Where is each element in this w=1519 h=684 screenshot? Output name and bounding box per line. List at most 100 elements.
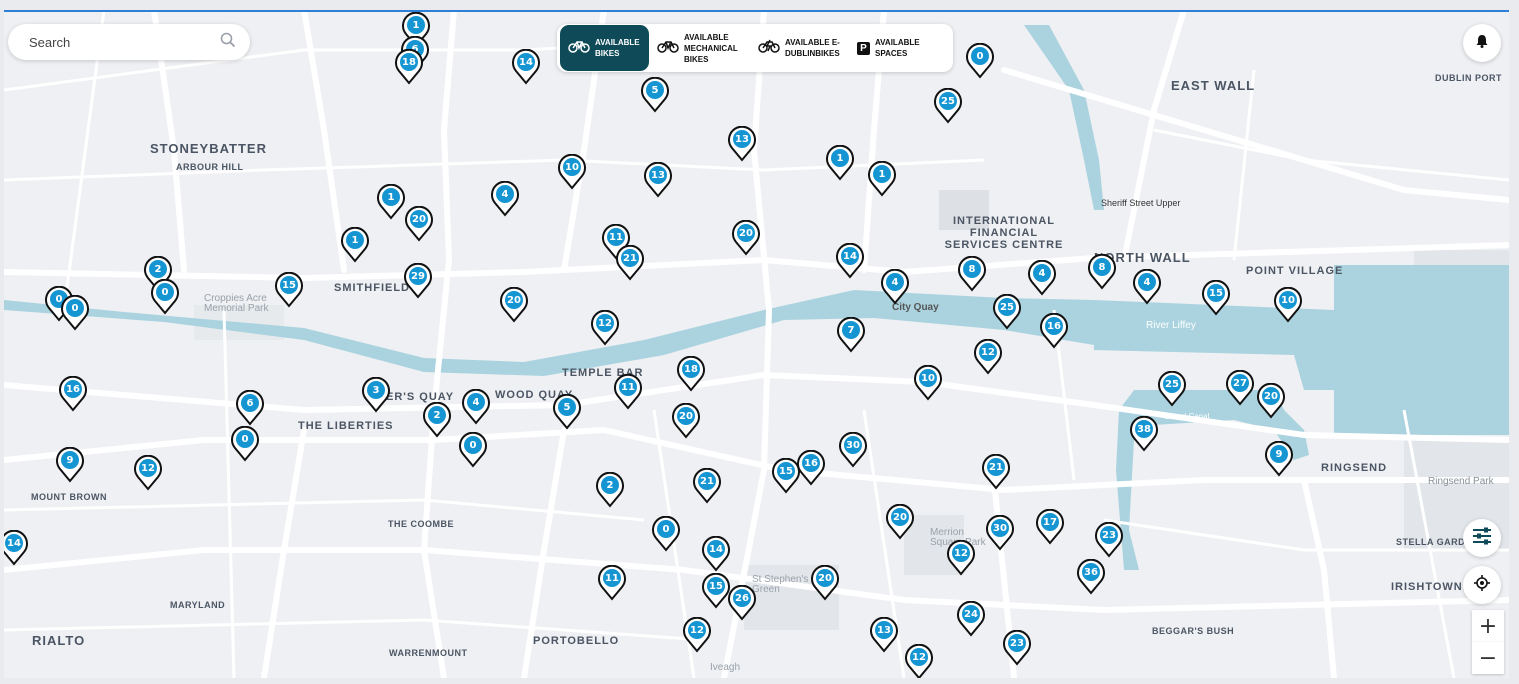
station-marker[interactable]: 3 <box>362 377 390 413</box>
station-marker[interactable]: 10 <box>558 154 586 190</box>
station-marker[interactable]: 23 <box>1095 522 1123 558</box>
station-marker[interactable]: 1 <box>868 161 896 197</box>
station-marker[interactable]: 1 <box>377 184 405 220</box>
station-marker[interactable]: 12 <box>905 644 933 678</box>
station-marker[interactable]: 0 <box>459 432 487 468</box>
station-marker[interactable]: 24 <box>957 601 985 637</box>
station-marker[interactable]: 0 <box>966 43 994 79</box>
station-marker[interactable]: 30 <box>839 432 867 468</box>
zoom-in-button[interactable]: + <box>1472 610 1504 642</box>
station-marker[interactable]: 11 <box>598 565 626 601</box>
station-marker[interactable]: 12 <box>683 617 711 653</box>
station-marker[interactable]: 29 <box>404 263 432 299</box>
search-input[interactable]: Search <box>29 35 220 50</box>
station-marker[interactable]: 15 <box>702 573 730 609</box>
search-box[interactable]: Search <box>8 24 250 60</box>
station-available-count: 21 <box>623 253 637 264</box>
station-marker[interactable]: 16 <box>59 376 87 412</box>
station-marker[interactable]: 14 <box>702 536 730 572</box>
station-marker[interactable]: 14 <box>512 49 540 85</box>
station-marker[interactable]: 4 <box>1133 269 1161 305</box>
station-marker[interactable]: 18 <box>677 356 705 392</box>
station-marker[interactable]: 5 <box>641 77 669 113</box>
station-marker[interactable]: 1 <box>341 227 369 263</box>
map-canvas[interactable]: STONEYBATTER ARBOUR HILL SMITHFIELD Crop… <box>4 10 1509 678</box>
station-available-count: 4 <box>472 397 480 408</box>
station-marker[interactable]: 38 <box>1130 416 1158 452</box>
notifications-button[interactable] <box>1463 24 1501 62</box>
station-marker[interactable]: 30 <box>986 515 1014 551</box>
station-marker[interactable]: 11 <box>614 374 642 410</box>
zoom-out-button[interactable]: − <box>1472 642 1504 674</box>
station-marker[interactable]: 20 <box>672 403 700 439</box>
station-marker[interactable]: 0 <box>652 516 680 552</box>
station-marker[interactable]: 7 <box>837 317 865 353</box>
station-marker[interactable]: 12 <box>134 455 162 491</box>
station-marker[interactable]: 0 <box>61 295 89 331</box>
station-marker[interactable]: 21 <box>693 468 721 504</box>
station-marker[interactable]: 18 <box>395 49 423 85</box>
station-marker[interactable]: 25 <box>993 294 1021 330</box>
station-marker[interactable]: 36 <box>1077 559 1105 595</box>
station-marker[interactable]: 13 <box>644 162 672 198</box>
station-marker[interactable]: 20 <box>405 206 433 242</box>
station-marker[interactable]: 20 <box>732 220 760 256</box>
station-marker[interactable]: 9 <box>1265 441 1293 477</box>
station-marker[interactable]: 2 <box>423 402 451 438</box>
station-marker[interactable]: 21 <box>982 454 1010 490</box>
station-marker[interactable]: 12 <box>947 540 975 576</box>
station-marker[interactable]: 4 <box>1028 260 1056 296</box>
search-icon[interactable] <box>220 32 236 53</box>
station-available-count: 11 <box>621 382 635 393</box>
station-marker[interactable]: 15 <box>275 272 303 308</box>
station-available-count: 29 <box>411 271 425 282</box>
station-marker[interactable]: 9 <box>56 447 84 483</box>
station-marker[interactable]: 8 <box>958 256 986 292</box>
filter-settings-button[interactable] <box>1463 519 1501 557</box>
station-marker[interactable]: 2 <box>596 472 624 508</box>
filter-available-e-dublinbikes[interactable]: AVAILABLE E-DUBLINBIKES <box>750 25 849 71</box>
station-available-count: 9 <box>1275 449 1283 460</box>
locate-me-button[interactable] <box>1463 566 1501 604</box>
station-marker[interactable]: 26 <box>728 585 756 621</box>
station-available-count: 30 <box>846 440 860 451</box>
station-marker[interactable]: 13 <box>728 126 756 162</box>
station-marker[interactable]: 1 <box>826 145 854 181</box>
station-marker[interactable]: 15 <box>772 458 800 494</box>
station-available-count: 5 <box>651 85 659 96</box>
station-marker[interactable]: 12 <box>591 310 619 346</box>
station-marker[interactable]: 14 <box>4 530 28 566</box>
station-marker[interactable]: 20 <box>500 287 528 323</box>
station-marker[interactable]: 10 <box>1274 287 1302 323</box>
station-marker[interactable]: 15 <box>1202 280 1230 316</box>
station-marker[interactable]: 16 <box>1040 313 1068 349</box>
filter-available-bikes[interactable]: AVAILABLE BIKES <box>560 25 649 71</box>
station-available-count: 0 <box>469 440 477 451</box>
station-marker[interactable]: 12 <box>974 339 1002 375</box>
station-marker[interactable]: 17 <box>1036 509 1064 545</box>
station-marker[interactable]: 0 <box>151 279 179 315</box>
station-marker[interactable]: 5 <box>553 394 581 430</box>
station-marker[interactable]: 14 <box>836 243 864 279</box>
filter-available-spaces[interactable]: P AVAILABLE SPACES <box>849 25 929 71</box>
station-marker[interactable]: 4 <box>491 181 519 217</box>
station-marker[interactable]: 8 <box>1088 254 1116 290</box>
station-available-count: 13 <box>651 170 665 181</box>
station-marker[interactable]: 4 <box>462 389 490 425</box>
station-marker[interactable]: 20 <box>1257 383 1285 419</box>
station-marker[interactable]: 6 <box>236 390 264 426</box>
station-marker[interactable]: 10 <box>914 365 942 401</box>
station-marker[interactable]: 20 <box>811 565 839 601</box>
station-marker[interactable]: 27 <box>1226 370 1254 406</box>
station-marker[interactable]: 16 <box>797 450 825 486</box>
station-marker[interactable]: 25 <box>934 88 962 124</box>
station-marker[interactable]: 25 <box>1158 371 1186 407</box>
station-marker[interactable]: 0 <box>231 426 259 462</box>
station-marker[interactable]: 21 <box>616 245 644 281</box>
station-marker[interactable]: 20 <box>886 504 914 540</box>
filter-available-mechanical-bikes[interactable]: AVAILABLE MECHANICAL BIKES <box>649 25 750 71</box>
station-marker[interactable]: 13 <box>870 617 898 653</box>
station-marker[interactable]: 4 <box>881 269 909 305</box>
station-marker[interactable]: 23 <box>1003 630 1031 666</box>
station-available-count: 1 <box>878 169 886 180</box>
